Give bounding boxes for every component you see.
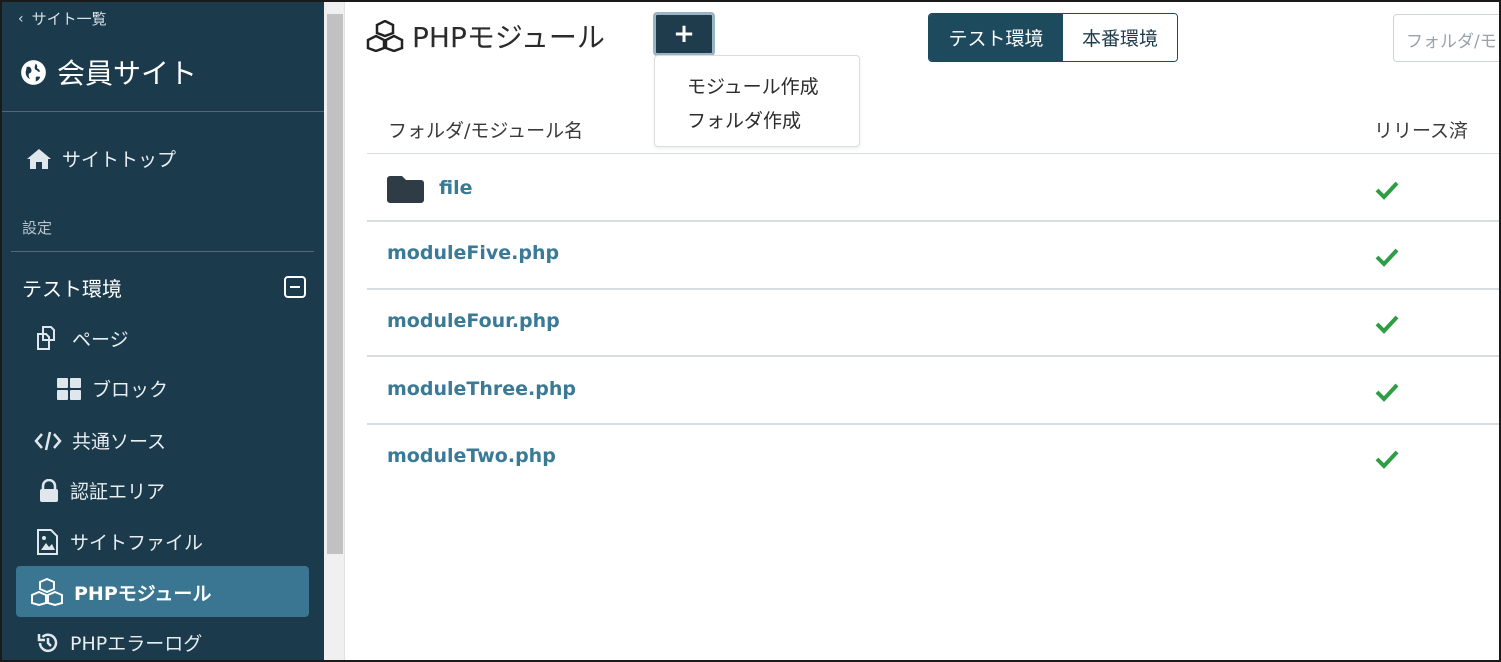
site-title: 会員サイト bbox=[20, 52, 197, 92]
check-icon bbox=[1375, 450, 1399, 469]
sidebar-item-label: 共通ソース bbox=[72, 431, 167, 453]
check-icon bbox=[1375, 181, 1399, 200]
sidebar-item-pages[interactable]: ページ bbox=[34, 324, 129, 352]
env-header-test: テスト環境 bbox=[22, 274, 306, 301]
row-name-label: moduleFour.php bbox=[387, 310, 560, 332]
sidebar-divider bbox=[2, 111, 324, 112]
row-name-label: moduleTwo.php bbox=[387, 445, 556, 467]
cubes-icon bbox=[366, 20, 404, 52]
search-input[interactable]: フォルダ/モ bbox=[1393, 14, 1499, 62]
row-name-label: moduleThree.php bbox=[387, 378, 576, 400]
sidebar-item-label: ブロック bbox=[92, 379, 169, 401]
chevron-left-icon: ‹ bbox=[18, 10, 24, 27]
page-title-text: PHPモジュール bbox=[412, 21, 605, 54]
site-name: 会員サイト bbox=[57, 57, 198, 90]
collapse-icon[interactable] bbox=[284, 276, 306, 298]
sidebar-item-auth-area[interactable]: 認証エリア bbox=[38, 477, 165, 504]
scrollbar-thumb[interactable] bbox=[327, 14, 343, 554]
row-divider bbox=[367, 288, 1499, 290]
section-label-settings: 設定 bbox=[22, 219, 53, 237]
back-link-label: サイト一覧 bbox=[31, 10, 107, 28]
back-to-sites-link[interactable]: ‹ サイト一覧 bbox=[18, 8, 107, 29]
block-grid-icon bbox=[57, 377, 81, 400]
menu-item-create-folder[interactable]: フォルダ作成 bbox=[687, 106, 801, 133]
row-divider bbox=[367, 423, 1499, 425]
sidebar-item-label: PHPエラーログ bbox=[70, 633, 203, 655]
lock-icon bbox=[40, 478, 58, 502]
check-icon bbox=[1375, 248, 1399, 267]
column-header-released: リリース済 bbox=[1374, 120, 1469, 142]
env-header-label: テスト環境 bbox=[22, 276, 122, 301]
sidebar-item-common-source[interactable]: 共通ソース bbox=[34, 427, 166, 454]
row-divider bbox=[367, 220, 1499, 222]
add-dropdown-menu: モジュール作成 フォルダ作成 bbox=[654, 55, 860, 147]
column-header-name: フォルダ/モジュール名 bbox=[388, 120, 584, 142]
sidebar-item-label: 認証エリア bbox=[70, 481, 166, 503]
main-content: PHPモジュール + モジュール作成 フォルダ作成 テスト環境 本番環境 フォル… bbox=[346, 2, 1499, 660]
sidebar-item-php-modules[interactable]: PHPモジュール bbox=[30, 578, 211, 606]
pages-icon bbox=[37, 326, 55, 350]
table-row[interactable]: moduleTwo.php bbox=[387, 445, 556, 467]
tab-test-env[interactable]: テスト環境 bbox=[929, 14, 1063, 61]
cubes-icon bbox=[31, 578, 63, 606]
menu-item-create-module[interactable]: モジュール作成 bbox=[687, 72, 819, 99]
sidebar-item-label: サイトトップ bbox=[62, 149, 177, 171]
table-row[interactable]: moduleThree.php bbox=[387, 378, 576, 400]
check-icon bbox=[1375, 315, 1399, 334]
home-icon bbox=[27, 148, 51, 169]
globe-icon bbox=[21, 59, 46, 85]
add-button[interactable]: + bbox=[653, 12, 715, 56]
section-divider bbox=[11, 251, 314, 252]
table-row[interactable]: moduleFive.php bbox=[387, 242, 559, 264]
header-divider bbox=[367, 153, 1499, 154]
row-divider bbox=[367, 355, 1499, 357]
sidebar-item-php-error-log[interactable]: PHPエラーログ bbox=[36, 629, 202, 656]
tab-production-env[interactable]: 本番環境 bbox=[1063, 14, 1177, 61]
image-file-icon bbox=[37, 528, 58, 555]
code-icon bbox=[34, 431, 62, 450]
sidebar-item-site-files[interactable]: サイトファイル bbox=[36, 528, 203, 555]
row-name-label: moduleFive.php bbox=[387, 242, 560, 264]
history-icon bbox=[37, 633, 58, 652]
sidebar-item-label: PHPモジュール bbox=[74, 582, 212, 605]
folder-icon bbox=[387, 176, 424, 203]
sidebar: ‹ サイト一覧 会員サイト サイトトップ 設定 テスト環境 ページ ブロック 共… bbox=[2, 2, 324, 660]
table-row[interactable]: file bbox=[387, 172, 472, 204]
check-icon bbox=[1375, 383, 1399, 402]
sidebar-item-label: ページ bbox=[72, 328, 129, 351]
sidebar-item-blocks[interactable]: ブロック bbox=[56, 375, 168, 402]
sidebar-item-label: サイトファイル bbox=[70, 532, 204, 554]
row-name-label: file bbox=[439, 177, 473, 199]
app-frame: ‹ サイト一覧 会員サイト サイトトップ 設定 テスト環境 ページ ブロック 共… bbox=[0, 0, 1501, 662]
env-toggle: テスト環境 本番環境 bbox=[928, 13, 1178, 62]
page-title: PHPモジュール bbox=[366, 16, 605, 56]
sidebar-item-site-top[interactable]: サイトトップ bbox=[26, 145, 176, 172]
table-row[interactable]: moduleFour.php bbox=[387, 310, 560, 332]
